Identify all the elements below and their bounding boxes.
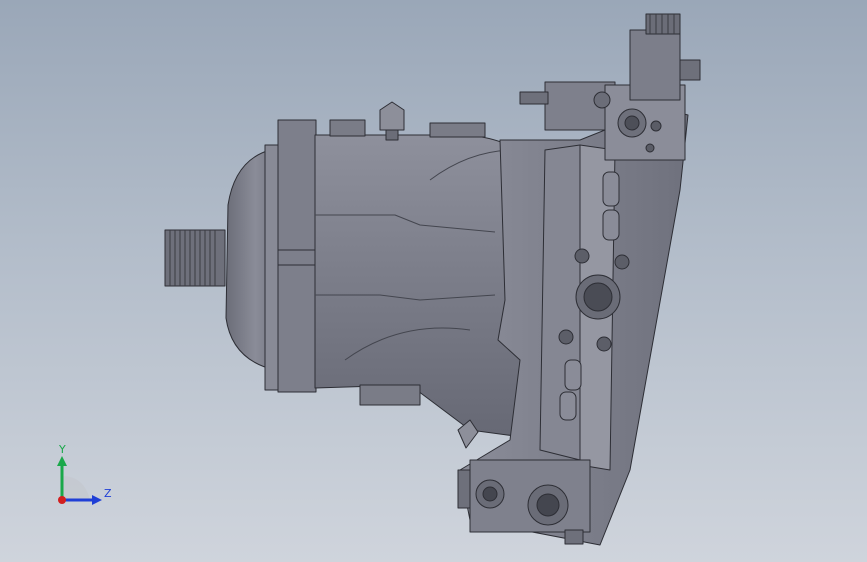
z-axis-label: Z [104, 487, 112, 500]
bleed-nut [379, 101, 405, 131]
top-port-left [329, 119, 366, 137]
top-port-right [429, 122, 486, 138]
y-arrowhead [57, 456, 67, 466]
hydraulic-motor-model[interactable] [0, 0, 867, 562]
splined-shaft [164, 229, 226, 287]
graphics-viewport[interactable]: Y Z [0, 0, 867, 562]
z-arrowhead [92, 495, 102, 505]
adjust-screw [519, 91, 549, 105]
solenoid-cylinder [629, 29, 681, 101]
y-axis-label: Y [58, 443, 66, 456]
bottom-port [359, 384, 421, 406]
triad-origin [58, 496, 66, 504]
triad-xy-plane [62, 476, 90, 500]
view-orientation-triad: Y Z [57, 443, 112, 505]
